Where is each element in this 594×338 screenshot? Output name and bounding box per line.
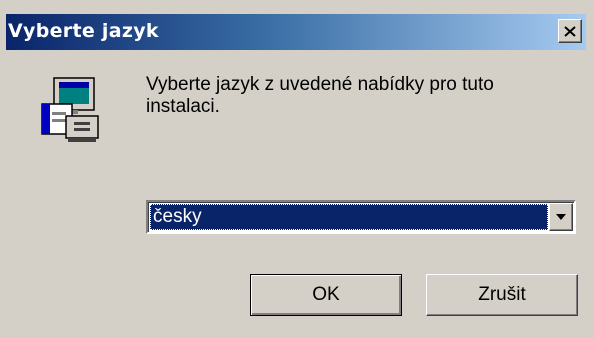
ok-button[interactable]: OK (250, 274, 402, 316)
cancel-button[interactable]: Zrušit (426, 274, 578, 316)
dialog-body: Vyberte jazyk z uvedené nabídky pro tuto… (6, 50, 586, 332)
instruction-text: Vyberte jazyk z uvedené nabídky pro tuto… (146, 74, 494, 117)
window-title: Vyberte jazyk (8, 20, 159, 42)
dropdown-button[interactable] (549, 203, 573, 231)
language-select[interactable]: česky (146, 200, 576, 234)
close-icon (564, 25, 576, 37)
language-select-value: česky (150, 204, 548, 230)
language-dialog: Vyberte jazyk Vyberte jazyk z uvedené na… (0, 0, 594, 338)
title-bar[interactable]: Vyberte jazyk (6, 14, 586, 50)
chevron-down-icon (556, 214, 566, 220)
computer-setup-icon (41, 77, 99, 142)
close-button[interactable] (558, 19, 582, 43)
